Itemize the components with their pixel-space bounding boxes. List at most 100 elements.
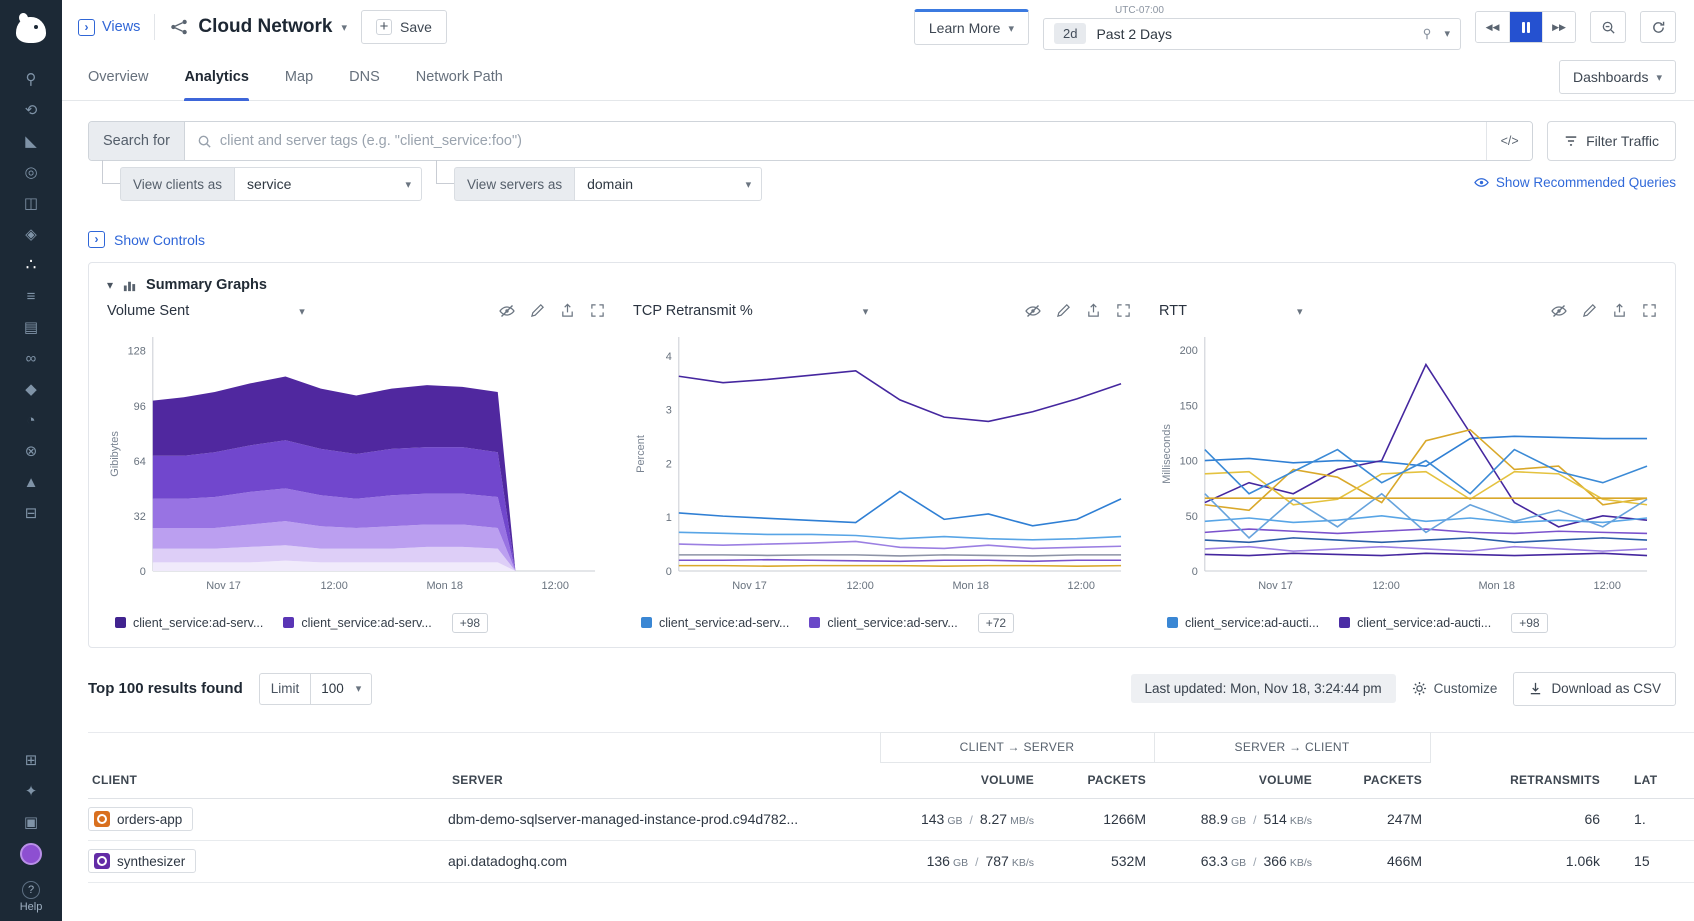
legend-item[interactable]: client_service:ad-serv... — [283, 616, 431, 630]
logs-icon[interactable]: ≡ — [15, 285, 47, 307]
learn-more-button[interactable]: Learn More ▾ — [914, 9, 1029, 45]
server-cell[interactable]: api.datadoghq.com — [448, 840, 880, 882]
filter-traffic-button[interactable]: Filter Traffic — [1547, 121, 1676, 161]
col-latency[interactable]: LAT — [1608, 762, 1694, 798]
view-clients-select[interactable]: service ▾ — [234, 167, 422, 201]
profiling-icon[interactable]: ▲ — [15, 471, 47, 493]
legend-more-badge[interactable]: +98 — [452, 613, 488, 633]
export-icon[interactable] — [1612, 303, 1627, 319]
tab-map[interactable]: Map — [285, 54, 313, 100]
show-controls-link[interactable]: › Show Controls — [88, 231, 205, 248]
hide-series-icon[interactable] — [1551, 303, 1567, 319]
tab-network-path[interactable]: Network Path — [416, 54, 503, 100]
tab-overview[interactable]: Overview — [88, 54, 148, 100]
error-tracking-icon[interactable]: ⊗ — [15, 440, 47, 462]
pin-icon[interactable] — [1420, 27, 1434, 41]
metrics-icon[interactable]: ◣ — [15, 130, 47, 152]
chart-metric-select[interactable]: TCP Retransmit % ▾ — [633, 303, 868, 319]
legend-item[interactable]: client_service:ad-serv... — [809, 616, 957, 630]
ci-icon[interactable]: ⊟ — [15, 502, 47, 524]
col-sc-packets[interactable]: PACKETS — [1320, 762, 1430, 798]
fullscreen-icon[interactable] — [1116, 303, 1131, 319]
security-icon[interactable]: ◆ — [15, 378, 47, 400]
fullscreen-icon[interactable] — [1642, 303, 1657, 319]
legend-item[interactable]: client_service:ad-aucti... — [1339, 616, 1491, 630]
agent-icon[interactable]: ⊞ — [15, 749, 47, 771]
col-retransmits[interactable]: RETRANSMITS — [1430, 762, 1608, 798]
legend-item[interactable]: client_service:ad-serv... — [641, 616, 789, 630]
col-cs-volume[interactable]: VOLUME — [880, 762, 1042, 798]
help-button[interactable]: ? Help — [20, 881, 43, 913]
infrastructure-icon[interactable]: ▤ — [15, 316, 47, 338]
integrations-icon[interactable]: ◈ — [15, 223, 47, 245]
save-button[interactable]: + Save — [361, 10, 447, 44]
edit-icon[interactable] — [1056, 303, 1071, 319]
download-csv-button[interactable]: Download as CSV — [1513, 672, 1676, 706]
edit-icon[interactable] — [1582, 303, 1597, 319]
zoom-out-button[interactable] — [1590, 11, 1626, 43]
watchdog-icon[interactable]: ◫ — [15, 192, 47, 214]
views-button[interactable]: › Views — [78, 19, 140, 36]
legend-more-badge[interactable]: +72 — [978, 613, 1014, 633]
col-cs-packets[interactable]: PACKETS — [1042, 762, 1154, 798]
apm-icon[interactable]: ∞ — [15, 347, 47, 369]
pause-button[interactable] — [1509, 12, 1542, 42]
summary-graphs-header[interactable]: ▾ Summary Graphs — [107, 277, 1657, 293]
view-servers-select[interactable]: domain ▾ — [574, 167, 762, 201]
tab-analytics[interactable]: Analytics — [184, 54, 248, 100]
tcp-retransmit-chart[interactable]: 01234Nov 1712:00Mon 1812:00Percent — [633, 325, 1131, 609]
hide-series-icon[interactable] — [1025, 303, 1041, 319]
layers-icon[interactable]: ▣ — [15, 811, 47, 833]
table-row[interactable]: synthesizer api.datadoghq.com 136GB/787K… — [88, 840, 1694, 882]
forward-button[interactable]: ▶▶ — [1542, 12, 1575, 42]
search-input[interactable] — [220, 133, 1486, 149]
export-icon[interactable] — [1086, 303, 1101, 319]
rtt-chart[interactable]: 050100150200Nov 1712:00Mon 1812:00Millis… — [1159, 325, 1657, 609]
col-server[interactable]: SERVER — [448, 762, 880, 798]
export-icon[interactable] — [560, 303, 575, 319]
chevron-down-icon[interactable]: ▾ — [1444, 27, 1450, 40]
sparkle-icon[interactable]: ✦ — [15, 780, 47, 802]
user-avatar[interactable] — [20, 843, 42, 865]
limit-select[interactable]: 100 ▾ — [310, 673, 372, 705]
code-toggle-button[interactable]: </> — [1486, 122, 1532, 160]
fullscreen-icon[interactable] — [590, 303, 605, 319]
datadog-dog-icon — [16, 17, 46, 43]
chart-actions — [1025, 303, 1131, 319]
datadog-logo[interactable] — [11, 10, 51, 50]
chart-metric-select[interactable]: RTT ▾ — [1159, 303, 1302, 319]
dashboards-button[interactable]: Dashboards ▾ — [1559, 60, 1676, 94]
customize-button[interactable]: Customize — [1412, 681, 1498, 696]
tab-dns[interactable]: DNS — [349, 54, 380, 100]
edit-icon[interactable] — [530, 303, 545, 319]
server-cell[interactable]: dbm-demo-sqlserver-managed-instance-prod… — [448, 798, 880, 840]
views-icon: › — [78, 19, 95, 36]
legend-more-badge[interactable]: +98 — [1511, 613, 1547, 633]
legend-item[interactable]: client_service:ad-aucti... — [1167, 616, 1319, 630]
show-recommended-queries-link[interactable]: Show Recommended Queries — [1474, 175, 1676, 190]
network-icon[interactable]: ∴ — [15, 254, 47, 276]
synthetics-icon[interactable]: ◔ — [15, 409, 47, 431]
time-range-picker[interactable]: UTC-07:00 2d Past 2 Days ▾ — [1043, 5, 1461, 50]
view-servers-value: domain — [587, 176, 633, 192]
chart-metric-select[interactable]: Volume Sent ▾ — [107, 303, 305, 319]
table-row[interactable]: orders-app dbm-demo-sqlserver-managed-in… — [88, 798, 1694, 840]
hide-series-icon[interactable] — [499, 303, 515, 319]
dashboards-icon[interactable]: ◎ — [15, 161, 47, 183]
refresh-button[interactable] — [1640, 11, 1676, 43]
legend-item[interactable]: client_service:ad-serv... — [115, 616, 263, 630]
col-sc-volume[interactable]: VOLUME — [1154, 762, 1320, 798]
volume-sent-chart[interactable]: 0326496128Nov 1712:00Mon 1812:00Gibibyte… — [107, 325, 605, 609]
svg-text:0: 0 — [140, 566, 146, 578]
history-icon[interactable]: ⟲ — [15, 99, 47, 121]
client-chip[interactable]: orders-app — [88, 807, 193, 831]
svg-text:12:00: 12:00 — [1068, 580, 1095, 592]
page-title-group[interactable]: Cloud Network ▾ — [169, 16, 347, 38]
col-client[interactable]: CLIENT — [88, 762, 448, 798]
time-range-box[interactable]: 2d Past 2 Days ▾ — [1043, 18, 1461, 50]
client-chip[interactable]: synthesizer — [88, 849, 196, 873]
search-icon[interactable]: ⚲ — [15, 68, 47, 90]
backward-button[interactable]: ◀◀ — [1476, 12, 1509, 42]
collapse-chevron-icon[interactable]: ▾ — [107, 278, 113, 292]
chevron-down-icon[interactable]: ▾ — [341, 21, 347, 34]
